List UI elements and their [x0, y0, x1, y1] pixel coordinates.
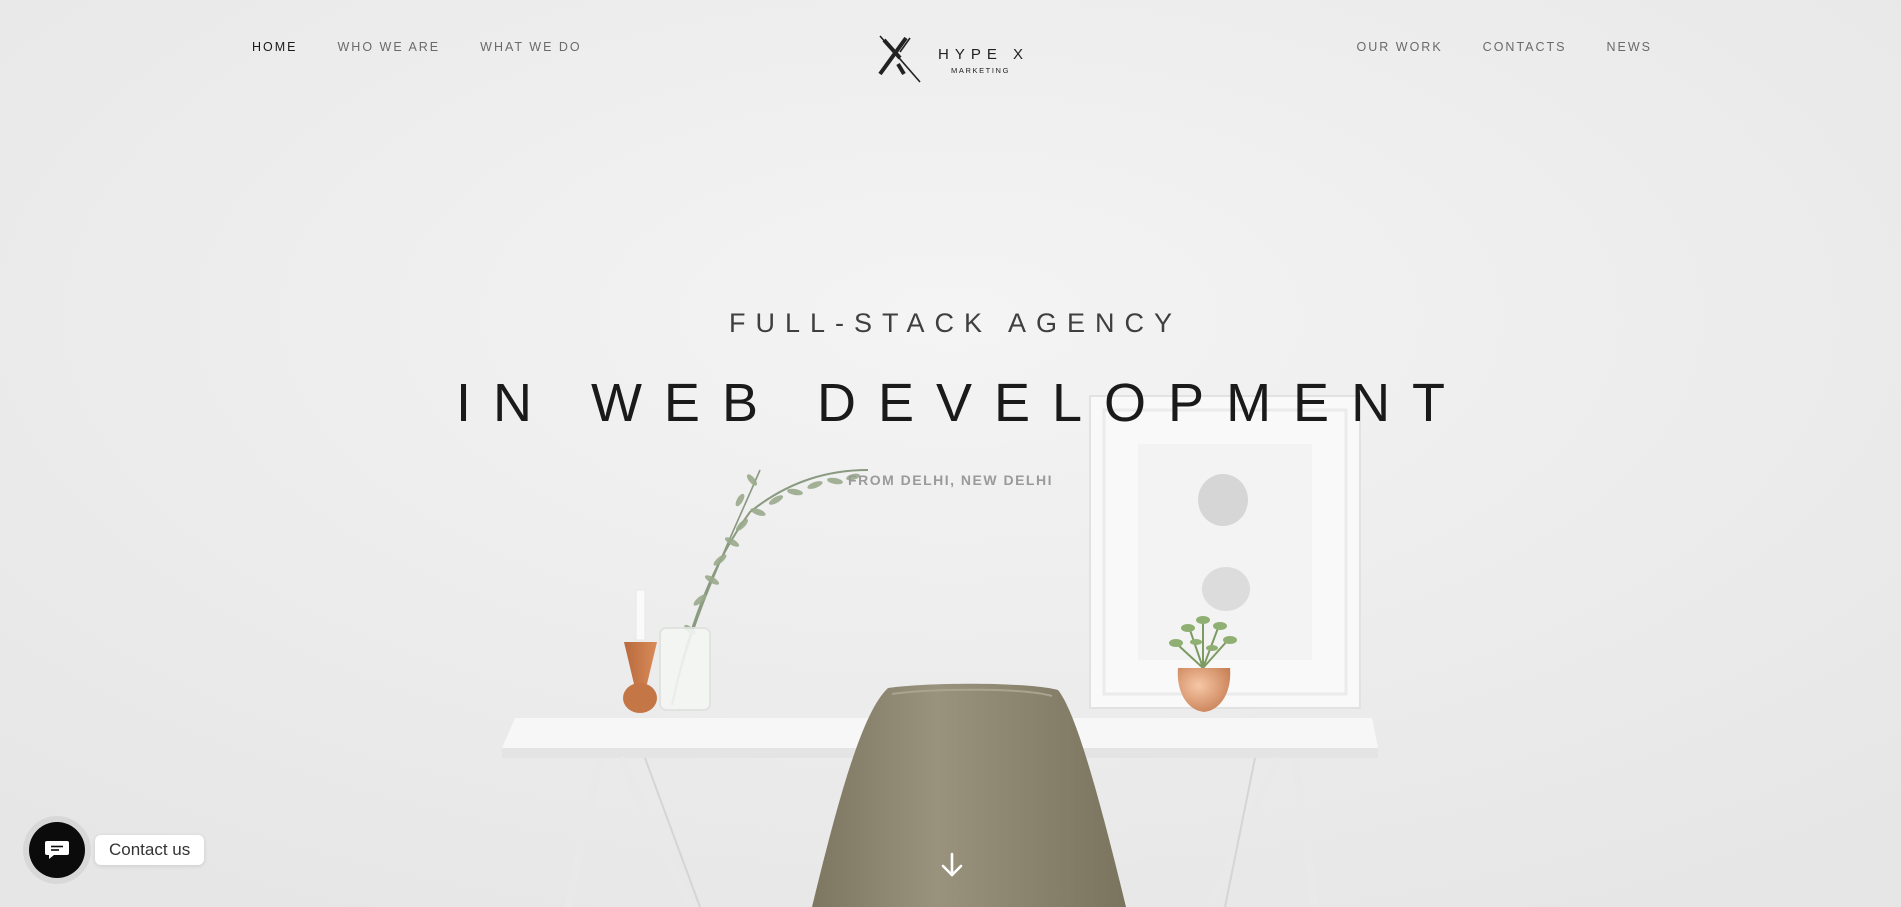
- nav-home-link[interactable]: HOME: [252, 40, 298, 54]
- nav-news-link[interactable]: NEWS: [1607, 40, 1653, 54]
- chat-bubble-icon: [45, 841, 69, 859]
- contact-widget: Contact us: [18, 822, 205, 878]
- contact-us-label[interactable]: Contact us: [95, 835, 205, 865]
- primary-nav-right: OUR WORK CONTACTS NEWS: [1357, 40, 1652, 54]
- contact-chat-button[interactable]: [29, 822, 85, 878]
- hero-background-image: [0, 0, 1901, 907]
- scroll-down-button[interactable]: [938, 851, 966, 879]
- nav-contacts-link[interactable]: CONTACTS: [1483, 40, 1567, 54]
- brand-logo-link[interactable]: HYPE X MARKETING: [876, 32, 1029, 89]
- nav-our-work-link[interactable]: OUR WORK: [1357, 40, 1443, 54]
- hero-headline: IN WEB DEVELOPMENT: [455, 373, 1468, 433]
- nav-who-we-are-link[interactable]: WHO WE ARE: [338, 40, 441, 54]
- brand-text: HYPE X MARKETING: [932, 47, 1029, 75]
- brand-name: HYPE X: [938, 45, 1030, 63]
- hero-kicker: FULL-STACK AGENCY: [728, 308, 1183, 338]
- hero-location: FROM DELHI, NEW DELHI: [848, 472, 1053, 488]
- nav-what-we-do-link[interactable]: WHAT WE DO: [480, 40, 581, 54]
- x-logo-icon: [876, 32, 924, 89]
- brand-subtitle: MARKETING: [951, 65, 1011, 75]
- arrow-down-icon: [941, 852, 963, 877]
- primary-nav-left: HOME WHO WE ARE WHAT WE DO: [252, 40, 582, 54]
